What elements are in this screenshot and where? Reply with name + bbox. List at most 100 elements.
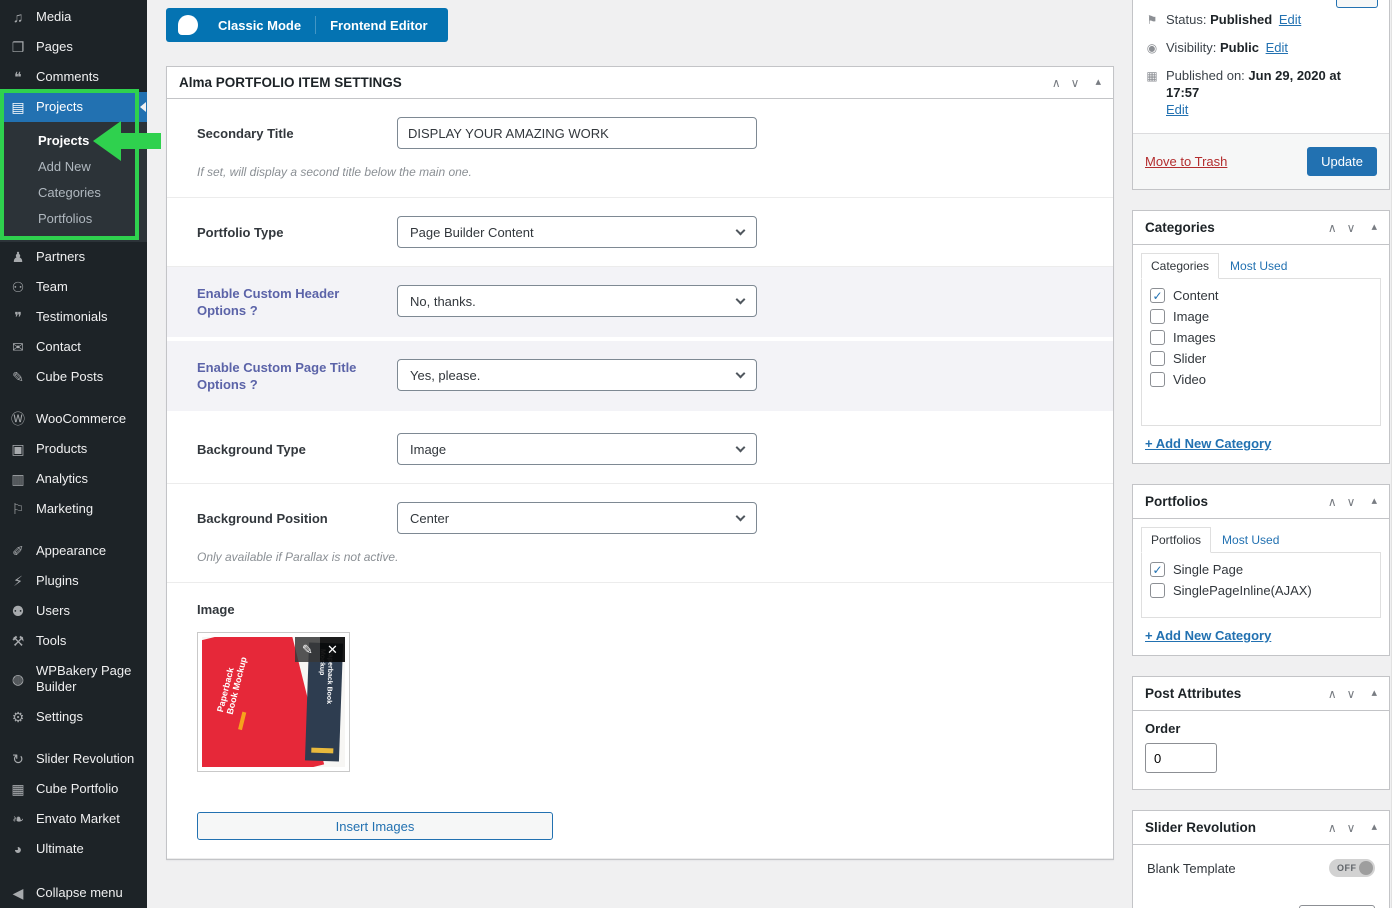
menu-icon: ◕ <box>9 841 27 857</box>
background-type-select[interactable]: Image <box>397 433 757 465</box>
sidebar-item[interactable]: ♟ Partners <box>0 242 147 272</box>
portfolio-checkbox-item[interactable]: ✓ SinglePageInline(AJAX) <box>1150 580 1372 601</box>
collapse-menu-button[interactable]: ◀ Collapse menu <box>0 878 147 908</box>
sidebar-item[interactable]: ⚒ Tools <box>0 626 147 656</box>
sidebar-item[interactable]: ✉ Contact <box>0 332 147 362</box>
edit-image-button[interactable]: ✎ <box>295 637 320 662</box>
sidebar-item[interactable]: ⚉ Users <box>0 596 147 626</box>
move-to-trash-link[interactable]: Move to Trash <box>1145 154 1227 169</box>
sidebar-item[interactable]: ↻ Slider Revolution <box>0 744 147 774</box>
image-thumbnail[interactable]: Paperback Book Mockup Paperback Book Moc… <box>197 632 350 772</box>
collapse-panel-icon[interactable]: ▴ <box>1371 222 1377 233</box>
tab[interactable]: Most Used <box>1213 528 1288 552</box>
collapse-panel-icon[interactable]: ▴ <box>1095 77 1101 88</box>
tab[interactable]: Portfolios <box>1141 527 1211 553</box>
edit-visibility-link[interactable]: Edit <box>1266 40 1288 55</box>
portfolio-type-select[interactable]: Page Builder Content <box>397 216 757 248</box>
move-down-icon[interactable]: ∨ <box>1347 688 1356 700</box>
sidebar-item[interactable]: ⚡ Plugins <box>0 566 147 596</box>
move-down-icon[interactable]: ∨ <box>1347 496 1356 508</box>
sidebar-item[interactable]: ▣ Products <box>0 434 147 464</box>
portfolio-checkbox-item[interactable]: ✓ Single Page <box>1150 559 1372 580</box>
menu-label: Contact <box>36 339 143 355</box>
collapse-panel-icon[interactable]: ▴ <box>1371 496 1377 507</box>
mockup-cover-text: Paperback Book Mockup <box>216 653 250 716</box>
sidebar-item[interactable]: ◍ WPBakery Page Builder <box>0 656 147 702</box>
order-input[interactable] <box>1145 743 1217 773</box>
move-up-icon[interactable]: ∧ <box>1328 222 1337 234</box>
sidebar-item[interactable]: ⚐ Marketing <box>0 494 147 524</box>
checkbox[interactable]: ✓ <box>1150 562 1165 577</box>
status-label: Status: <box>1166 12 1206 27</box>
sidebar-item[interactable]: ▥ Analytics <box>0 464 147 494</box>
add-new-category-link[interactable]: + Add New Category <box>1145 628 1271 643</box>
visibility-value: Public <box>1220 40 1259 55</box>
collapse-panel-icon[interactable]: ▴ <box>1371 822 1377 833</box>
tab[interactable]: Categories <box>1141 253 1219 279</box>
checkbox[interactable]: ✓ <box>1150 330 1165 345</box>
sidebar-item[interactable]: Ⓦ WooCommerce <box>0 404 147 434</box>
menu-icon: ▥ <box>9 471 27 487</box>
submenu-item[interactable]: Portfolios <box>0 206 147 232</box>
blank-template-toggle[interactable]: OFF <box>1329 859 1375 877</box>
tab[interactable]: Most Used <box>1221 254 1296 278</box>
move-up-icon[interactable]: ∧ <box>1052 77 1061 89</box>
sidebar-item[interactable]: ⚇ Team <box>0 272 147 302</box>
move-down-icon[interactable]: ∨ <box>1347 222 1356 234</box>
wpbakery-logo-icon <box>178 15 198 35</box>
sidebar-item[interactable]: ❧ Envato Market <box>0 804 147 834</box>
sidebar-item[interactable]: ✐ Appearance <box>0 536 147 566</box>
secondary-title-input[interactable] <box>397 117 757 149</box>
select-value: Page Builder Content <box>410 225 534 240</box>
preview-button-partial[interactable] <box>1336 0 1378 8</box>
custom-header-select[interactable]: No, thanks. <box>397 285 757 317</box>
edit-status-link[interactable]: Edit <box>1279 12 1301 27</box>
pin-icon: ⚑ <box>1145 11 1159 29</box>
move-up-icon[interactable]: ∧ <box>1328 496 1337 508</box>
sidebar-item-projects[interactable]: ▤ Projects <box>0 92 147 122</box>
category-checkbox-item[interactable]: ✓ Images <box>1150 327 1372 348</box>
collapse-panel-icon[interactable]: ▴ <box>1371 688 1377 699</box>
calendar-icon: ▦ <box>1145 67 1159 85</box>
checkbox[interactable]: ✓ <box>1150 351 1165 366</box>
chevron-down-icon <box>736 226 746 236</box>
submenu-item[interactable]: Add New <box>0 154 147 180</box>
category-label: Images <box>1173 330 1216 345</box>
chevron-down-icon <box>736 295 746 305</box>
category-checkbox-item[interactable]: ✓ Image <box>1150 306 1372 327</box>
frontend-editor-button[interactable]: Frontend Editor <box>316 8 442 42</box>
custom-page-title-select[interactable]: Yes, please. <box>397 359 757 391</box>
field-label: Enable Custom Header Options ? <box>197 285 397 319</box>
submenu-item[interactable]: Projects <box>0 128 147 154</box>
sidebar-item[interactable]: ♫ Media <box>0 2 147 32</box>
checkbox[interactable]: ✓ <box>1150 288 1165 303</box>
checkbox[interactable]: ✓ <box>1150 309 1165 324</box>
move-up-icon[interactable]: ∧ <box>1328 822 1337 834</box>
submenu-item[interactable]: Categories <box>0 180 147 206</box>
move-up-icon[interactable]: ∧ <box>1328 688 1337 700</box>
sidebar-item[interactable]: ❞ Testimonials <box>0 302 147 332</box>
menu-label: Team <box>36 279 143 295</box>
background-position-select[interactable]: Center <box>397 502 757 534</box>
checkbox[interactable]: ✓ <box>1150 372 1165 387</box>
edit-published-link[interactable]: Edit <box>1166 102 1188 117</box>
remove-image-button[interactable]: ✕ <box>320 637 345 662</box>
sidebar-item[interactable]: ⚙ Settings <box>0 702 147 732</box>
custom-page-title-field: Enable Custom Page Title Options ? Yes, … <box>167 341 1113 415</box>
sidebar-item[interactable]: ◕ Ultimate <box>0 834 147 864</box>
sidebar-item[interactable]: ❐ Pages <box>0 32 147 62</box>
category-checkbox-item[interactable]: ✓ Slider <box>1150 348 1372 369</box>
add-new-category-link[interactable]: + Add New Category <box>1145 436 1271 451</box>
move-down-icon[interactable]: ∨ <box>1347 822 1356 834</box>
sidebar-item[interactable]: ▦ Cube Portfolio <box>0 774 147 804</box>
move-down-icon[interactable]: ∨ <box>1071 77 1080 89</box>
insert-images-button[interactable]: Insert Images <box>197 812 553 840</box>
update-button[interactable]: Update <box>1307 147 1377 176</box>
category-checkbox-item[interactable]: ✓ Content <box>1150 285 1372 306</box>
sidebar-item[interactable]: ❝ Comments <box>0 62 147 92</box>
sidebar-item[interactable]: ✎ Cube Posts <box>0 362 147 392</box>
checkbox[interactable]: ✓ <box>1150 583 1165 598</box>
category-checkbox-item[interactable]: ✓ Video <box>1150 369 1372 390</box>
classic-mode-button[interactable]: Classic Mode <box>204 8 315 42</box>
scrollbar[interactable] <box>1391 0 1400 908</box>
